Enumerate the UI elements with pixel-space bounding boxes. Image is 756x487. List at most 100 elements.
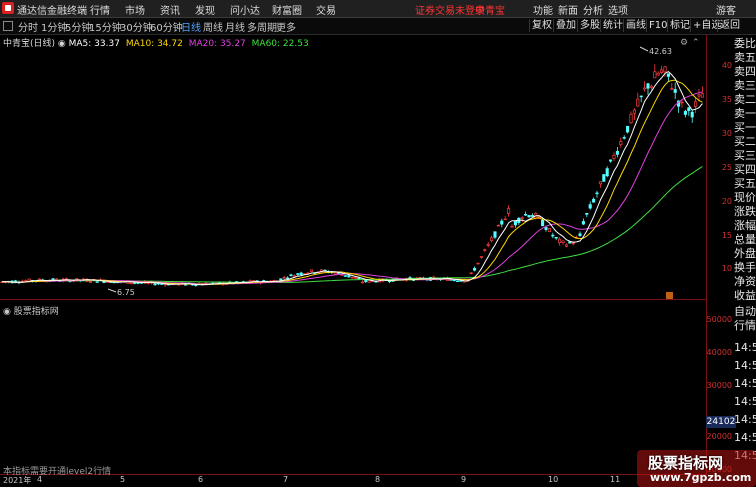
f10-button[interactable]: F10	[646, 19, 669, 32]
candle-body	[656, 72, 660, 76]
back-button[interactable]: 返回	[717, 19, 742, 32]
statistics-button[interactable]: 统计	[600, 19, 625, 32]
candle-body	[503, 218, 507, 221]
app-name: 通达信金融终端	[17, 6, 87, 17]
menu-item-options[interactable]: 选项	[608, 2, 628, 17]
candle-body	[629, 113, 633, 124]
draw-line-button[interactable]: 画线	[623, 19, 648, 32]
menu-item-trade[interactable]: 交易	[316, 2, 336, 17]
candle-body	[615, 151, 619, 155]
candle-body	[694, 101, 698, 107]
ma5-line	[2, 70, 703, 286]
candle-body	[585, 212, 589, 215]
menu-item-news[interactable]: 资讯	[160, 2, 180, 17]
candle-body	[612, 154, 616, 159]
sub-y-tick-30000: 30000	[706, 381, 732, 390]
candle-body	[479, 256, 483, 258]
candle-body	[309, 269, 313, 272]
date-label-9: 9	[461, 475, 467, 484]
y-axis: 40 35 30 25 20 15 10 50000 40000 30000 2…	[706, 35, 734, 475]
candle-body	[357, 277, 361, 280]
candle-body	[670, 87, 674, 90]
sub-indicator-label[interactable]: ◉ 股票指标网	[3, 304, 59, 317]
period-toolbar: 分时 1分钟 5分钟 15分钟 30分钟 60分钟 日线 周线 月线 多周期 更…	[0, 18, 756, 35]
period-1min[interactable]: 1分钟	[41, 19, 67, 34]
candle-body	[544, 227, 548, 230]
candle-body	[354, 277, 358, 279]
menu-item-market[interactable]: 市场	[125, 2, 145, 17]
period-monthly[interactable]: 月线	[225, 19, 245, 34]
menu-item-wealth[interactable]: 财富圈	[272, 2, 302, 17]
quote-row-25: 14:56	[734, 413, 756, 426]
candle-body	[510, 226, 514, 228]
candle-body	[632, 109, 636, 114]
candle-body	[578, 233, 582, 236]
candle-body	[299, 272, 303, 275]
candle-body	[592, 198, 596, 203]
menu-item-analysis[interactable]: 分析	[583, 2, 603, 17]
candle-body	[571, 242, 575, 245]
candle-body	[500, 220, 504, 225]
candle-body	[649, 85, 653, 88]
period-weekly[interactable]: 周线	[203, 19, 223, 34]
y-tick-10: 10	[721, 264, 732, 273]
date-label-11: 11	[610, 475, 621, 484]
menu-toggle-icon[interactable]	[3, 21, 13, 31]
menu-item-quotes[interactable]: 行情	[90, 2, 110, 17]
candle-body	[476, 262, 480, 265]
candle-body	[520, 217, 524, 220]
quote-row-20: 行情	[734, 319, 756, 332]
date-label-4: 4	[37, 475, 43, 484]
menu-item-function[interactable]: 功能	[533, 2, 553, 17]
period-30min[interactable]: 30分钟	[120, 19, 153, 34]
quote-row-21: 14:56	[734, 341, 756, 354]
quote-row-22: 14:56	[734, 359, 756, 372]
period-60min[interactable]: 60分钟	[150, 19, 183, 34]
menu-item-new-page[interactable]: 新面	[558, 2, 578, 17]
candle-body	[469, 272, 473, 275]
guest-label[interactable]: 游客	[716, 2, 736, 17]
candlestick-chart[interactable]: 42.63 6.75 ⚙ ⌃	[0, 35, 706, 299]
y-tick-40: 40	[721, 61, 732, 70]
collapse-icon: ⌃	[692, 38, 700, 48]
candle-body	[129, 282, 133, 285]
period-multi[interactable]: 多周期	[247, 19, 277, 34]
period-more[interactable]: 更多	[276, 19, 296, 34]
date-label-10: 10	[548, 475, 559, 484]
candle-body	[350, 276, 354, 279]
quote-row-26: 14:56	[734, 431, 756, 444]
sub-indicator-icon: ◉	[3, 307, 14, 317]
candle-body	[700, 93, 704, 98]
candle-body	[513, 220, 517, 226]
candle-body	[541, 219, 545, 227]
quote-row-18: 收益	[734, 289, 756, 302]
menu-item-ask[interactable]: 问小达	[230, 2, 260, 17]
period-15min[interactable]: 15分钟	[89, 19, 122, 34]
candle-body	[690, 111, 694, 118]
ma20-line	[2, 91, 703, 285]
menu-item-discover[interactable]: 发现	[195, 2, 215, 17]
quote-row-24: 14:56	[734, 395, 756, 408]
multi-stock-button[interactable]: 多股	[577, 19, 602, 32]
candle-body	[653, 71, 657, 79]
candle-body	[360, 281, 364, 284]
candle-body	[343, 275, 347, 277]
candle-body	[680, 101, 684, 104]
candle-body	[554, 237, 558, 239]
sub-last-value: 24102	[706, 416, 736, 428]
candle-body	[527, 215, 531, 218]
candle-body	[639, 95, 643, 98]
mark-button[interactable]: 标记	[667, 19, 692, 32]
date-label-year: 2021年	[3, 476, 32, 485]
overlay-button[interactable]: 叠加	[553, 19, 578, 32]
adjust-button[interactable]: 复权	[529, 19, 554, 32]
stock-name-title: 中青宝	[475, 6, 505, 17]
sub-indicator-name: 股票指标网	[13, 307, 59, 317]
candle-body	[564, 244, 568, 247]
period-5min[interactable]: 5分钟	[65, 19, 91, 34]
period-daily[interactable]: 日线	[181, 19, 201, 34]
period-intraday[interactable]: 分时	[18, 19, 38, 34]
watermark-title: 股票指标网	[648, 454, 724, 472]
candle-body	[486, 243, 490, 246]
candle-body	[636, 98, 640, 107]
